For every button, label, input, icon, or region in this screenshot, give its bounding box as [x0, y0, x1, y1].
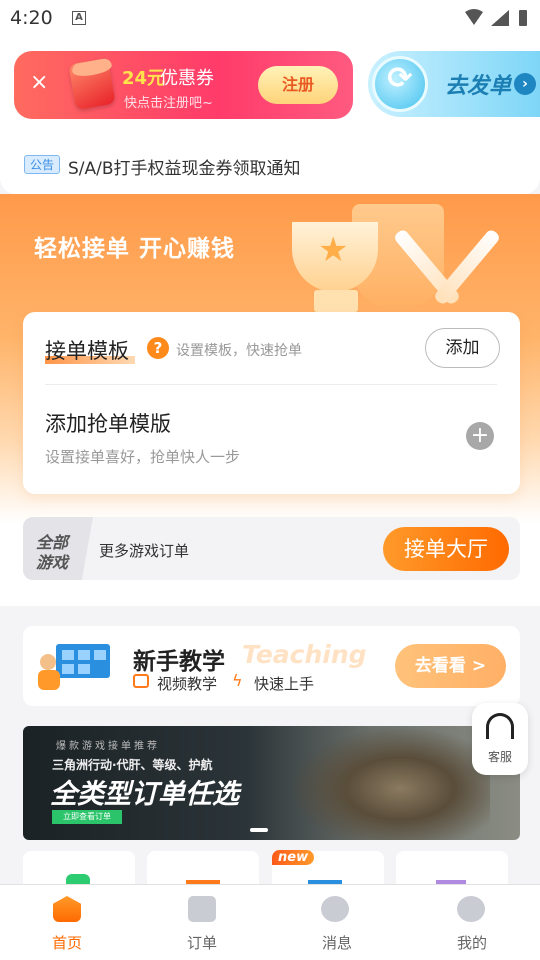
close-icon[interactable]: × — [30, 71, 48, 95]
coupon-banner[interactable]: × 24元 优惠券 快点击注册吧~ 注册 — [14, 51, 353, 119]
lightning-icon: ϟ — [232, 671, 243, 690]
divider — [45, 384, 497, 385]
battery-icon — [519, 10, 527, 26]
quick-start-label: 快速上手 — [254, 675, 315, 693]
add-template-title[interactable]: 添加抢单模版 — [45, 408, 171, 438]
tab-profile[interactable]: 我的 — [432, 932, 512, 953]
notification-icon: A — [72, 11, 86, 25]
hero-slogan: 轻松接单 开心赚钱 — [34, 236, 236, 262]
customer-service-label: 客服 — [487, 750, 512, 764]
template-title: 接单模板 — [45, 339, 129, 363]
coupon-subtitle: 快点击注册吧~ — [124, 96, 213, 111]
notice-badge: 公告 — [24, 155, 60, 174]
tutorial-title: 新手教学 — [133, 649, 225, 675]
soldier-image — [290, 726, 490, 840]
tab-orders[interactable]: 订单 — [162, 932, 242, 953]
add-template-subtitle: 设置接单喜好，抢单快人一步 — [45, 448, 241, 466]
ad-cta[interactable]: 立即查看订单 — [52, 810, 122, 824]
video-label: 视频教学 — [157, 675, 218, 693]
tab-home[interactable]: 首页 — [27, 932, 107, 953]
star-icon: ★ — [318, 230, 349, 270]
tutorial-ghost-text: Teaching — [242, 640, 367, 669]
chevron-right-icon: › — [514, 73, 536, 95]
ad-subtitle: 三角洲行动·代肝、等级、护航 — [52, 758, 213, 772]
carousel-indicator — [250, 828, 268, 832]
headset-icon — [486, 713, 514, 739]
coupon-title: 优惠券 — [160, 68, 214, 89]
notice-text[interactable]: S/A/B打手权益现金券领取通知 — [68, 154, 301, 179]
more-games-text: 更多游戏订单 — [99, 542, 190, 560]
plus-icon[interactable]: + — [466, 422, 494, 450]
ad-kicker: 爆款游戏接单推荐 — [56, 741, 160, 752]
ad-headline: 全类型订单任选 — [50, 779, 239, 810]
wifi-icon — [465, 9, 483, 25]
add-button[interactable]: 添加 — [425, 328, 500, 368]
template-hint: 设置模板，快速抢单 — [176, 343, 302, 359]
tutorial-illustration — [38, 644, 110, 690]
watch-button[interactable]: 去看看 > — [395, 644, 506, 688]
refresh-arrows-icon: ⟳ — [387, 61, 413, 96]
order-hall-button[interactable]: 接单大厅 — [383, 527, 509, 571]
all-games-badge-line2: 游戏 — [36, 553, 69, 572]
system-icons — [465, 9, 527, 26]
help-icon[interactable]: ? — [147, 337, 169, 359]
register-button[interactable]: 注册 — [258, 66, 338, 104]
order-icon — [188, 896, 216, 922]
video-icon — [133, 674, 149, 688]
tab-messages[interactable]: 消息 — [297, 932, 377, 953]
coupon-amount: 24元 — [122, 68, 166, 89]
dispatch-label: 去发单 — [445, 74, 512, 99]
profile-icon — [457, 896, 485, 922]
status-time: 4:20 — [10, 7, 53, 29]
game-card-icon — [66, 874, 90, 884]
dispatch-button[interactable]: ⟳ 去发单 › — [368, 51, 540, 117]
trophy-base — [314, 290, 358, 312]
new-badge: new — [272, 850, 315, 865]
message-icon — [321, 896, 349, 922]
signal-icon — [491, 10, 509, 26]
